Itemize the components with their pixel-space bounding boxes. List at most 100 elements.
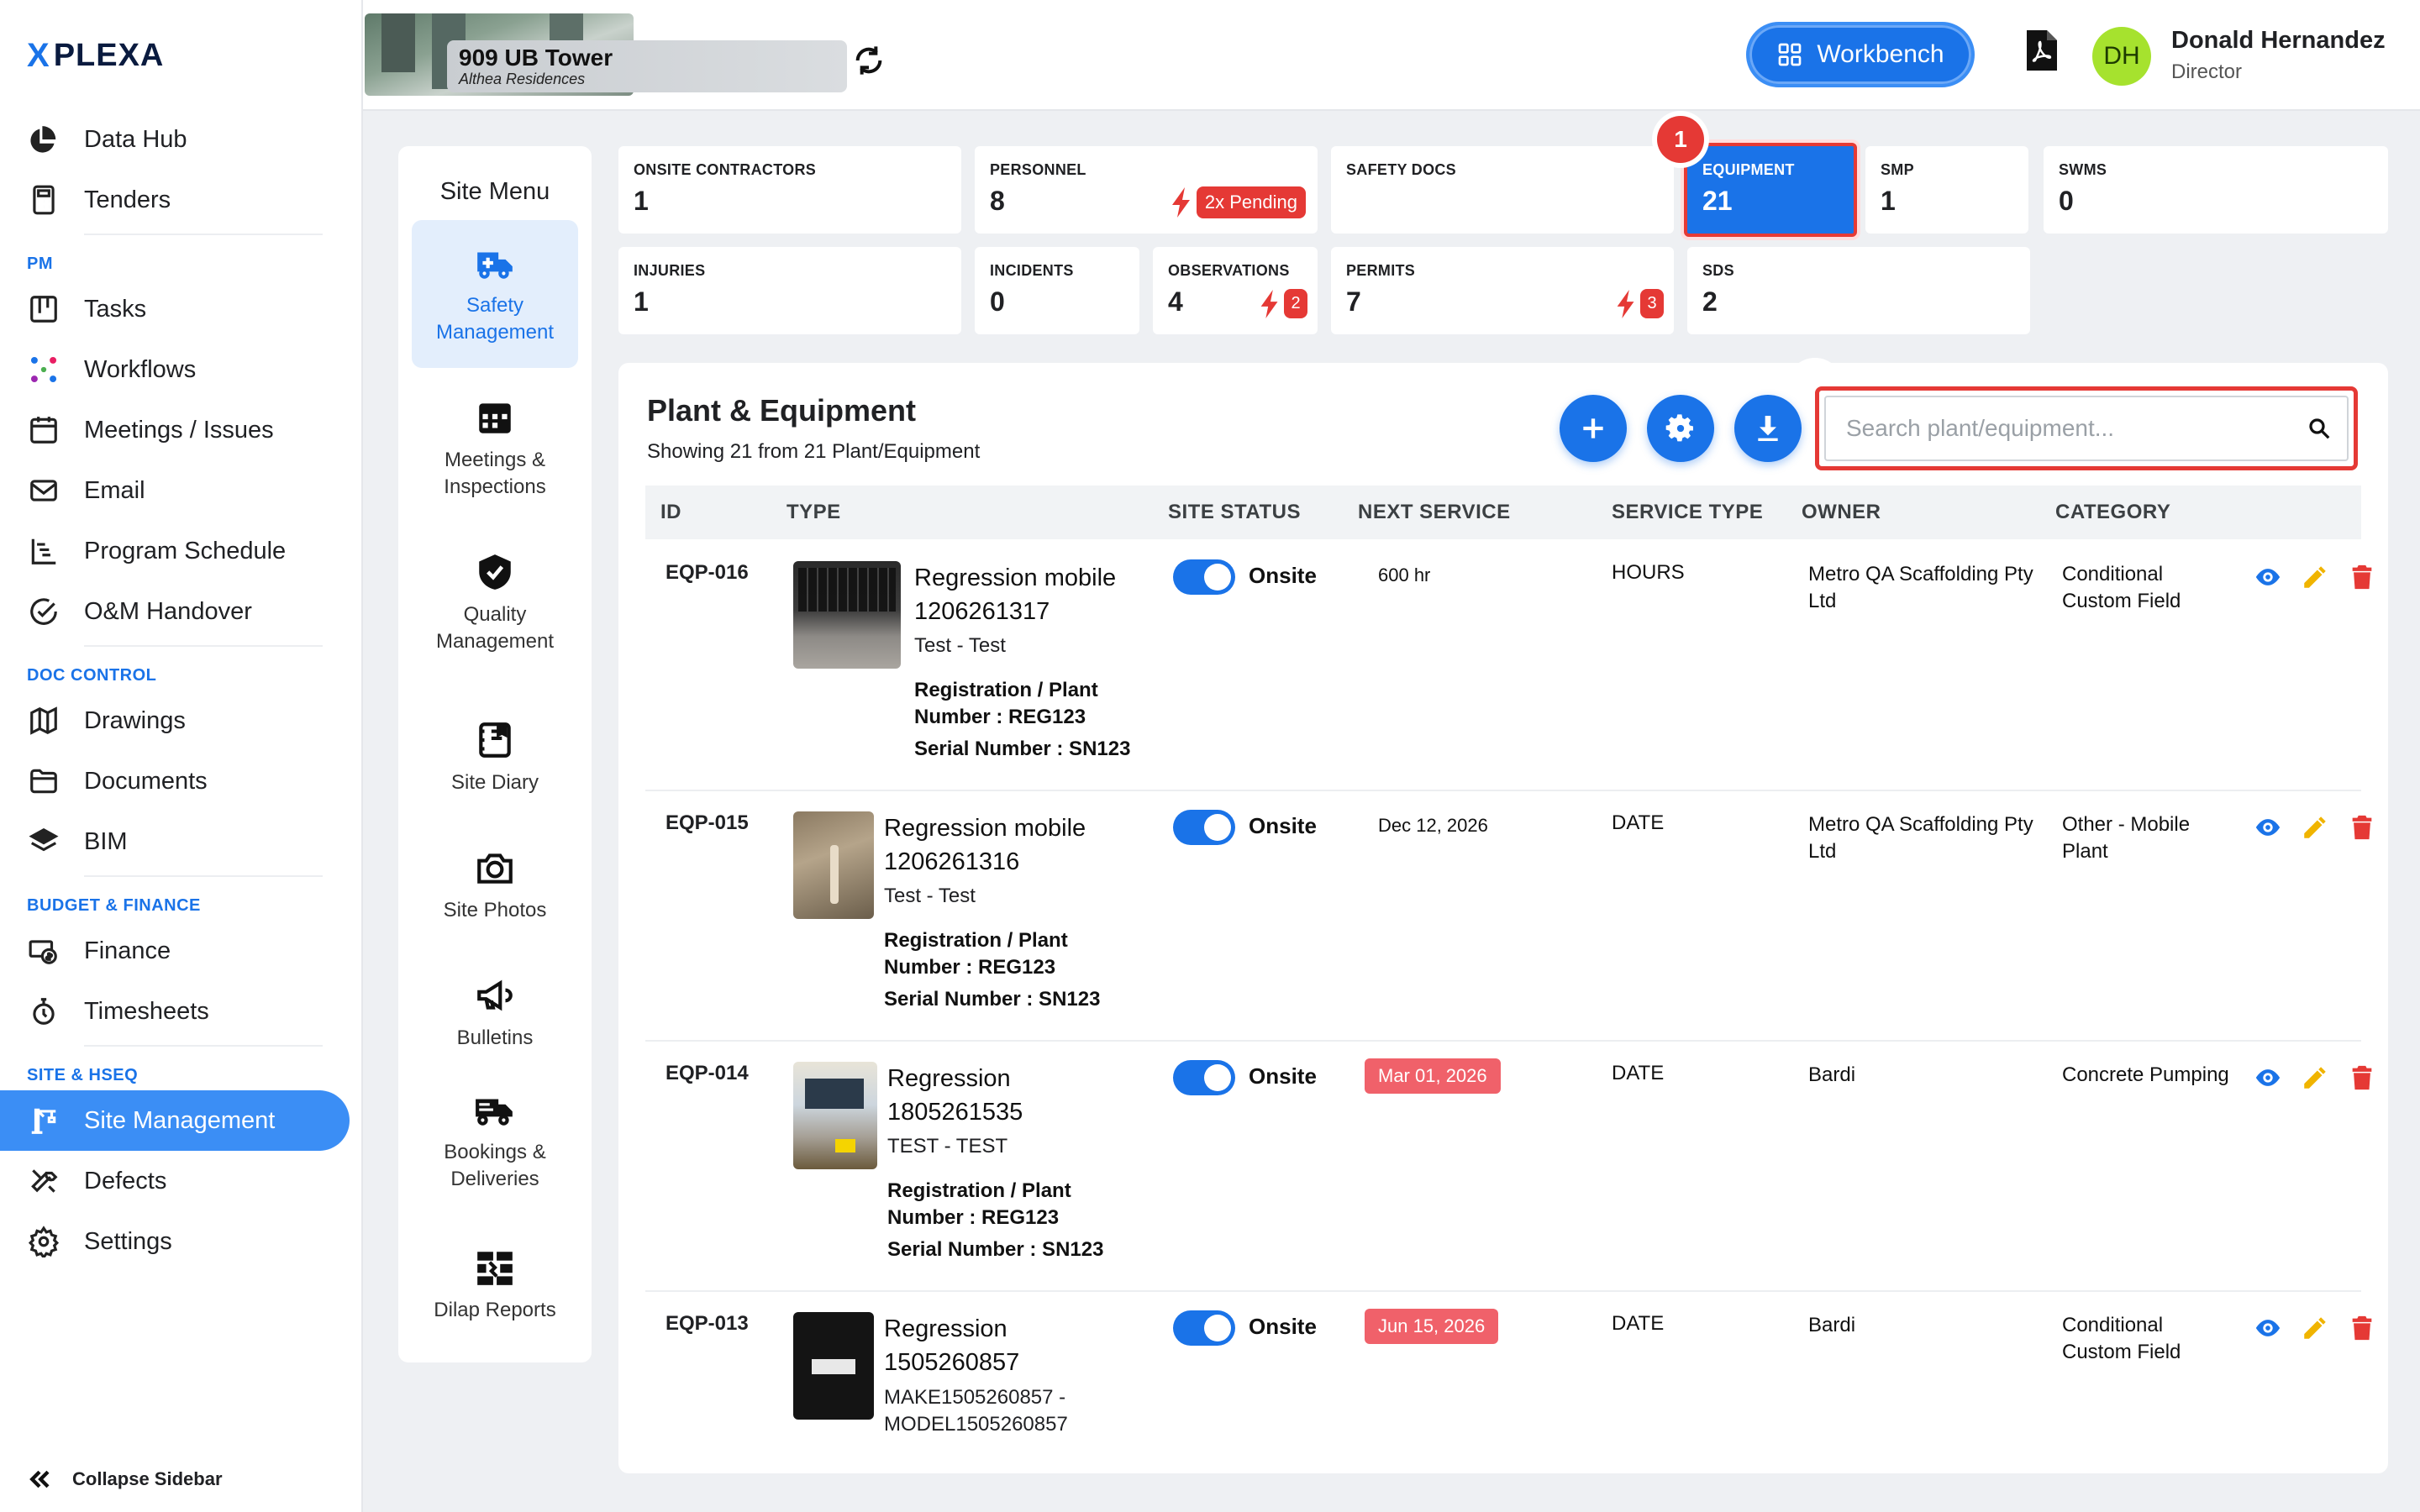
site-menu-dilap-reports[interactable]: Dilap Reports — [412, 1211, 578, 1359]
site-menu-site-diary[interactable]: Site Diary — [412, 684, 578, 832]
sidebar-item-tasks[interactable]: Tasks — [0, 279, 363, 339]
equipment-id: EQP-015 — [666, 811, 749, 834]
pencil-icon[interactable] — [2301, 813, 2329, 842]
sidebar-item-program-schedule[interactable]: Program Schedule — [0, 521, 363, 581]
column-header-owner[interactable]: OWNER — [1802, 501, 1881, 524]
sidebar-item-meetings[interactable]: Meetings / Issues — [0, 400, 363, 460]
download-icon — [1758, 416, 1778, 441]
user-name[interactable]: Donald Hernandez — [2171, 27, 2386, 55]
stat-personnel[interactable]: PERSONNEL 8 2x Pending — [975, 146, 1318, 234]
trash-icon[interactable] — [2348, 1063, 2376, 1092]
sidebar-item-label: Meetings / Issues — [84, 416, 274, 444]
stat-incidents[interactable]: INCIDENTS 0 — [975, 247, 1139, 334]
trash-icon[interactable] — [2348, 813, 2376, 842]
pdf-icon[interactable] — [2025, 29, 2059, 72]
stat-onsite-contractors[interactable]: ONSITE CONTRACTORS 1 — [618, 146, 961, 234]
download-button[interactable] — [1734, 395, 1802, 462]
sidebar-item-bim[interactable]: BIM — [0, 811, 363, 872]
equipment-thumbnail[interactable] — [793, 811, 874, 919]
trash-icon[interactable] — [2348, 563, 2376, 591]
site-menu-bookings-deliveries[interactable]: Bookings & Deliveries — [412, 1067, 578, 1215]
sidebar-item-workflows[interactable]: Workflows — [0, 339, 363, 400]
collapse-sidebar-button[interactable]: Collapse Sidebar — [27, 1467, 223, 1492]
pencil-icon[interactable] — [2301, 1063, 2329, 1092]
search-input[interactable] — [1846, 415, 2307, 442]
sidebar-item-site-management[interactable]: Site Management — [0, 1090, 350, 1151]
column-header-id[interactable]: ID — [660, 501, 681, 524]
stat-sds[interactable]: SDS 2 — [1687, 247, 2030, 334]
category: Concrete Pumping — [2062, 1063, 2229, 1086]
sidebar-item-timesheets[interactable]: Timesheets — [0, 981, 363, 1042]
equipment-thumbnail[interactable] — [793, 561, 901, 669]
workbench-button[interactable]: Workbench — [1746, 22, 1975, 87]
trash-icon[interactable] — [2348, 1314, 2376, 1342]
table-row[interactable]: EQP-015 Regression mobile 1206261316 Tes… — [645, 791, 2372, 1042]
gear-icon — [1665, 414, 1693, 442]
stat-permits[interactable]: PERMITS 7 3 — [1331, 247, 1674, 334]
sync-icon[interactable] — [852, 44, 886, 77]
equipment-title: Regression 1505260857 — [884, 1315, 1020, 1376]
site-status-toggle[interactable] — [1173, 1310, 1235, 1346]
stat-label: SAFETY DOCS — [1346, 161, 1456, 178]
project-subtitle: Althea Residences — [459, 71, 586, 87]
sidebar-item-tenders[interactable]: Tenders — [0, 170, 363, 230]
stat-equipment[interactable]: EQUIPMENT 21 — [1684, 143, 1857, 237]
equipment-thumbnail[interactable] — [793, 1312, 874, 1420]
site-menu-bulletins[interactable]: Bulletins — [412, 939, 578, 1087]
search-icon[interactable] — [2307, 416, 2332, 441]
site-menu-site-photos[interactable]: Site Photos — [412, 811, 578, 959]
avatar[interactable]: DH — [2092, 27, 2151, 86]
site-status-toggle[interactable] — [1173, 559, 1235, 595]
sidebar-item-drawings[interactable]: Drawings — [0, 690, 363, 751]
sidebar-item-label: Program Schedule — [84, 537, 287, 564]
owner: Bardi — [1808, 1314, 1856, 1336]
category: Other - Mobile Plant — [2062, 813, 2191, 863]
column-header-next-service[interactable]: NEXT SERVICE — [1358, 501, 1511, 524]
sidebar-item-email[interactable]: Email — [0, 460, 363, 521]
lightning-icon — [1260, 289, 1278, 318]
sidebar-item-om-handover[interactable]: O&M Handover — [0, 581, 363, 642]
stat-smp[interactable]: SMP 1 — [1865, 146, 2028, 234]
table-row[interactable]: EQP-014 Regression 1805261535 TEST - TES… — [645, 1042, 2372, 1292]
column-header-type[interactable]: TYPE — [786, 501, 841, 524]
settings-button[interactable] — [1647, 395, 1714, 462]
eye-icon[interactable] — [2254, 1063, 2282, 1092]
site-status-toggle[interactable] — [1173, 1060, 1235, 1095]
pending-badge[interactable]: 2x Pending — [1171, 186, 1306, 218]
logo[interactable]: X PLEXA — [27, 37, 164, 74]
site-status-toggle[interactable] — [1173, 810, 1235, 845]
stat-swms[interactable]: SWMS 0 — [2044, 146, 2388, 234]
equipment-id: EQP-013 — [666, 1312, 749, 1335]
stat-observations[interactable]: OBSERVATIONS 4 2 — [1153, 247, 1318, 334]
divider — [84, 645, 323, 647]
column-header-service-type[interactable]: SERVICE TYPE — [1612, 501, 1763, 524]
sidebar-nav: Data Hub Tenders PM Tasks Workflows Meet… — [0, 109, 363, 1272]
sidebar-item-defects[interactable]: Defects — [0, 1151, 363, 1211]
service-type: DATE — [1612, 1062, 1665, 1084]
site-menu-meetings-inspections[interactable]: Meetings & Inspections — [412, 375, 578, 522]
site-menu-quality-management[interactable]: Quality Management — [412, 529, 578, 677]
stat-injuries[interactable]: INJURIES 1 — [618, 247, 961, 334]
site-menu-safety-management[interactable]: Safety Management — [412, 220, 578, 368]
sidebar-item-finance[interactable]: Finance — [0, 921, 363, 981]
add-button[interactable] — [1560, 395, 1627, 462]
eye-icon[interactable] — [2254, 563, 2282, 591]
eye-icon[interactable] — [2254, 813, 2282, 842]
table-row[interactable]: EQP-013 Regression 1505260857 MAKE150526… — [645, 1292, 2372, 1473]
sidebar-item-documents[interactable]: Documents — [0, 751, 363, 811]
observations-badge[interactable]: 2 — [1260, 289, 1307, 318]
camera-icon — [477, 853, 513, 884]
pencil-icon[interactable] — [2301, 563, 2329, 591]
table-row[interactable]: EQP-016 Regression mobile 1206261317 Tes… — [645, 541, 2372, 791]
sidebar-item-settings[interactable]: Settings — [0, 1211, 363, 1272]
sidebar-item-data-hub[interactable]: Data Hub — [0, 109, 363, 170]
eye-icon[interactable] — [2254, 1314, 2282, 1342]
divider — [84, 234, 323, 235]
column-header-category[interactable]: CATEGORY — [2055, 501, 2170, 524]
pencil-icon[interactable] — [2301, 1314, 2329, 1342]
equipment-thumbnail[interactable] — [793, 1062, 877, 1169]
stat-safety-docs[interactable]: SAFETY DOCS — [1331, 146, 1674, 234]
project-selector[interactable]: 909 UB Tower Althea Residences — [447, 40, 847, 92]
permits-badge[interactable]: 3 — [1617, 289, 1664, 318]
column-header-site-status[interactable]: SITE STATUS — [1168, 501, 1301, 524]
